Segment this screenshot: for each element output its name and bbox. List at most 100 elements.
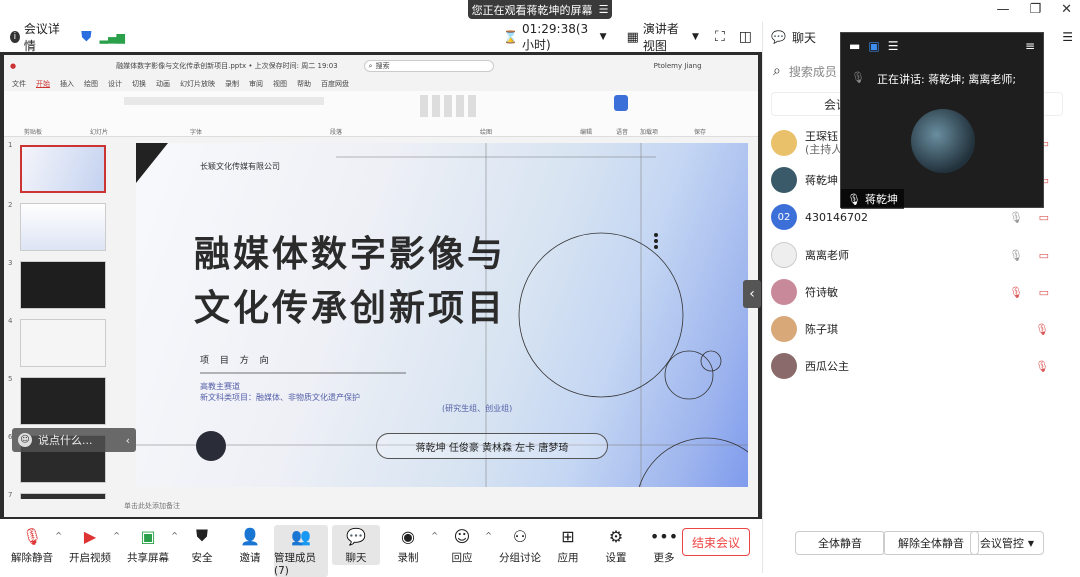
ppt-menu-item[interactable]: 帮助	[297, 79, 311, 89]
slide-thumbnail[interactable]	[20, 493, 106, 499]
emoji-icon[interactable]: ☺	[18, 433, 32, 447]
start-video-button[interactable]: ▶ 开启视频 ^	[66, 525, 120, 565]
fullscreen-icon[interactable]: ⛶	[715, 29, 725, 45]
view-mode-button[interactable]: ▦ 演讲者视图 ▼	[627, 20, 699, 54]
autosave-toggle[interactable]: ●	[10, 62, 16, 70]
avatar	[771, 316, 797, 342]
current-slide[interactable]: 长颖文化传媒有限公司 融媒体数字影像与 文化传承创新项目 项 目 方 向 高教主…	[136, 143, 748, 487]
slide-thumbnail[interactable]	[20, 261, 106, 309]
font-selector[interactable]	[124, 97, 324, 105]
info-icon: i	[10, 31, 20, 43]
mic-icon[interactable]: 🎙	[1009, 249, 1023, 262]
camera-off-icon[interactable]: ▭	[1039, 286, 1049, 299]
slide-thumbnail[interactable]	[20, 203, 106, 251]
active-speaker-window[interactable]: ▬ ▣ ☰ ≡ 🎙 正在讲话: 蒋乾坤; 离离老师; 🎙 蒋乾坤	[840, 32, 1044, 209]
ppt-menu-item[interactable]: 录制	[225, 79, 239, 89]
restore-icon[interactable]: ❐	[1029, 2, 1041, 17]
window-icon[interactable]: ▣	[868, 39, 879, 53]
chevron-up-icon[interactable]: ^	[55, 531, 62, 540]
chevron-up-icon[interactable]: ^	[113, 531, 120, 540]
share-screen-icon: ▣	[140, 526, 156, 546]
breakout-button[interactable]: ⚇ 分组讨论	[496, 525, 544, 565]
unmute-all-button[interactable]: 解除全体静音	[883, 531, 979, 555]
panel-menu-icon[interactable]: ☰	[1062, 30, 1073, 44]
meeting-control-button[interactable]: 会议管控 ▼	[970, 531, 1044, 555]
camera-off-icon[interactable]: ▭	[1039, 249, 1049, 262]
settings-button[interactable]: ⚙ 设置	[592, 525, 640, 565]
collapse-icon[interactable]: ‹	[126, 434, 130, 447]
chevron-up-icon[interactable]: ^	[171, 531, 178, 540]
dictate-icon[interactable]	[614, 95, 628, 111]
apps-button[interactable]: ⊞ 应用	[544, 525, 592, 565]
ribbon-group-label: 绘图	[480, 129, 493, 136]
menu-icon[interactable]: ☰	[599, 3, 609, 16]
ppt-menu-item[interactable]: 开始	[36, 79, 50, 89]
collapse-list-icon[interactable]: ≡	[1025, 39, 1035, 53]
meeting-info-label: 会议详情	[23, 22, 60, 53]
mic-icon[interactable]: 🎙	[1009, 211, 1023, 224]
ppt-menu-item[interactable]: 视图	[273, 79, 287, 89]
ppt-search-box[interactable]: ⌕ 搜索	[363, 60, 494, 72]
minimize-icon[interactable]: —	[996, 2, 1009, 17]
breakout-icon: ⚇	[512, 526, 528, 546]
close-icon[interactable]: ✕	[1061, 2, 1072, 17]
list-icon[interactable]: ☰	[888, 39, 899, 53]
ppt-menu-item[interactable]: 绘图	[84, 79, 98, 89]
mic-muted-icon[interactable]: 🎙	[1035, 323, 1049, 336]
ppt-menu-item[interactable]: 百度网盘	[321, 79, 349, 89]
chat-icon: 💬	[346, 526, 366, 546]
mute-all-button[interactable]: 全体静音	[795, 531, 885, 555]
sidebar-toggle-icon[interactable]: ◫	[739, 29, 752, 45]
mic-icon: 🎙	[851, 71, 865, 84]
chevron-up-icon[interactable]: ^	[431, 531, 438, 540]
expand-panel-arrow-icon[interactable]: ‹	[743, 280, 761, 308]
share-screen-button[interactable]: ▣ 共享屏幕 ^	[124, 525, 178, 565]
unmute-button[interactable]: 🎙 解除静音 ^	[8, 525, 62, 565]
record-button[interactable]: ◉ 录制 ^	[384, 525, 439, 565]
chat-button[interactable]: 💬 聊天	[332, 525, 380, 565]
shapes-gallery[interactable]	[420, 95, 480, 117]
chevron-down-icon: ▼	[1027, 538, 1035, 548]
apps-label: 应用	[557, 552, 579, 564]
security-shield-icon[interactable]: ⛊	[81, 29, 92, 45]
ppt-menu-item[interactable]: 切换	[132, 79, 146, 89]
ppt-titlebar: ● 融媒体数字影像与文化传承创新项目.pptx • 上次保存时间: 周二 19:…	[4, 55, 758, 77]
member-row[interactable]: 西瓜公主 🎙	[771, 351, 1071, 381]
avatar	[771, 279, 797, 305]
unmute-label: 解除静音	[11, 552, 53, 564]
meeting-timer[interactable]: ⌛ 01:29:38(3小时) ▼	[503, 22, 607, 53]
sharing-banner[interactable]: 您正在观看蒋乾坤的屏幕 ☰	[468, 0, 612, 19]
chat-bubble-input[interactable]: ☺ 说点什么... ‹	[12, 428, 136, 452]
slide-thumbnail[interactable]	[20, 319, 106, 367]
ppt-menu-item[interactable]: 审阅	[249, 79, 263, 89]
mic-muted-icon[interactable]: 🎙	[1035, 360, 1049, 373]
security-button[interactable]: ⛊ 安全	[178, 525, 226, 565]
minimize-icon[interactable]: ▬	[849, 39, 860, 53]
ppt-notes-placeholder[interactable]: 单击此处添加备注	[124, 501, 180, 511]
more-button[interactable]: ••• 更多	[640, 525, 688, 565]
manage-members-button[interactable]: 👥 管理成员(7)	[274, 525, 328, 577]
member-name: 离离老师	[805, 249, 849, 262]
camera-off-icon: ▶	[83, 526, 97, 546]
sharing-banner-text: 您正在观看蒋乾坤的屏幕	[471, 3, 593, 17]
settings-label: 设置	[605, 552, 627, 564]
slide-thumbnail[interactable]	[20, 145, 106, 193]
invite-button[interactable]: 👤 邀请	[226, 525, 274, 565]
member-row[interactable]: 离离老师 🎙 ▭	[771, 240, 1071, 270]
camera-off-icon[interactable]: ▭	[1039, 211, 1049, 224]
ppt-menu-item[interactable]: 动画	[156, 79, 170, 89]
member-row[interactable]: 符诗敏 🎙 ▭	[771, 277, 1071, 307]
chevron-up-icon[interactable]: ^	[485, 531, 492, 540]
mic-muted-icon[interactable]: 🎙	[1009, 286, 1023, 299]
reaction-button[interactable]: ☺ 回应 ^	[438, 525, 493, 565]
slide-thumbnail[interactable]	[20, 377, 106, 425]
chevron-down-icon: ▼	[599, 32, 607, 42]
ppt-menu-item[interactable]: 文件	[12, 79, 26, 89]
ppt-menu-item[interactable]: 插入	[60, 79, 74, 89]
end-meeting-button[interactable]: 结束会议	[682, 528, 750, 556]
ppt-menu-item[interactable]: 设计	[108, 79, 122, 89]
slide-title-line2: 文化传承创新项目	[194, 288, 507, 329]
meeting-info-button[interactable]: i 会议详情	[10, 20, 63, 54]
ppt-menu-item[interactable]: 幻灯片放映	[180, 79, 215, 89]
member-row[interactable]: 陈子琪 🎙	[771, 314, 1071, 344]
